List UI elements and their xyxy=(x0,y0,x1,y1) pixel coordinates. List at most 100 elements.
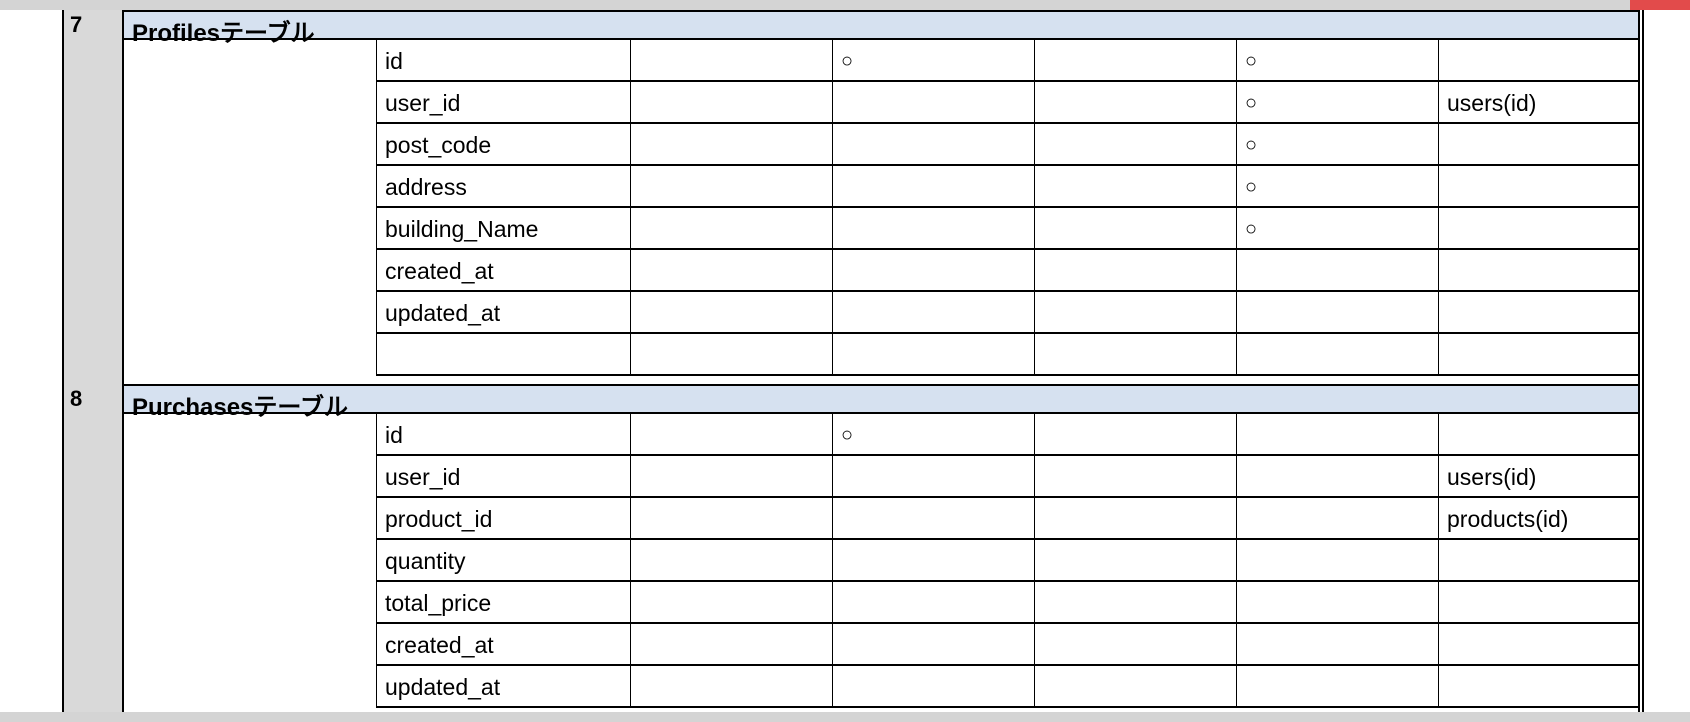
unique-cell[interactable] xyxy=(1034,414,1236,456)
type-cell[interactable] xyxy=(630,292,832,334)
unique-cell[interactable] xyxy=(1034,208,1236,250)
type-cell[interactable] xyxy=(630,666,832,708)
foreign-key-cell[interactable] xyxy=(1438,250,1640,292)
not-null-cell[interactable] xyxy=(1236,250,1438,292)
foreign-key-cell[interactable] xyxy=(1438,666,1640,708)
type-cell[interactable] xyxy=(630,414,832,456)
table-title: Profilesテーブル xyxy=(132,20,315,47)
type-cell[interactable] xyxy=(630,250,832,292)
not-null-cell[interactable] xyxy=(1236,582,1438,624)
column-name-cell[interactable] xyxy=(376,334,630,376)
column-name-cell[interactable]: id xyxy=(376,414,630,456)
sheet-right-border xyxy=(1638,10,1644,712)
primary-key-cell[interactable] xyxy=(832,582,1034,624)
not-null-cell[interactable]: ○ xyxy=(1236,40,1438,82)
foreign-key-cell[interactable]: users(id) xyxy=(1438,456,1640,498)
unique-cell[interactable] xyxy=(1034,40,1236,82)
column-name-cell[interactable]: created_at xyxy=(376,624,630,666)
column-name-cell[interactable]: address xyxy=(376,166,630,208)
not-null-cell[interactable]: ○ xyxy=(1236,82,1438,124)
type-cell[interactable] xyxy=(630,498,832,540)
foreign-key-cell[interactable]: products(id) xyxy=(1438,498,1640,540)
column-name-cell[interactable]: id xyxy=(376,40,630,82)
type-cell[interactable] xyxy=(630,82,832,124)
column-name-cell[interactable]: updated_at xyxy=(376,292,630,334)
not-null-cell[interactable]: ○ xyxy=(1236,124,1438,166)
not-null-cell[interactable] xyxy=(1236,498,1438,540)
foreign-key-cell[interactable] xyxy=(1438,540,1640,582)
column-name-cell[interactable]: created_at xyxy=(376,250,630,292)
foreign-key-cell[interactable]: users(id) xyxy=(1438,82,1640,124)
foreign-key-cell[interactable] xyxy=(1438,166,1640,208)
not-null-cell[interactable]: ○ xyxy=(1236,166,1438,208)
foreign-key-cell[interactable] xyxy=(1438,124,1640,166)
not-null-cell[interactable] xyxy=(1236,624,1438,666)
unique-cell[interactable] xyxy=(1034,624,1236,666)
not-null-cell[interactable]: ○ xyxy=(1236,208,1438,250)
type-cell[interactable] xyxy=(630,582,832,624)
column-name-cell[interactable]: building_Name xyxy=(376,208,630,250)
not-null-cell[interactable] xyxy=(1236,292,1438,334)
foreign-key-cell[interactable] xyxy=(1438,414,1640,456)
section-number-cell: 7 xyxy=(62,10,124,384)
unique-cell[interactable] xyxy=(1034,292,1236,334)
primary-key-cell[interactable] xyxy=(832,250,1034,292)
table-row xyxy=(376,334,1640,376)
column-name-cell[interactable]: updated_at xyxy=(376,666,630,708)
type-cell[interactable] xyxy=(630,334,832,376)
table-header-cell[interactable]: Purchasesテーブル xyxy=(124,384,1640,421)
column-name-cell[interactable]: user_id xyxy=(376,82,630,124)
type-cell[interactable] xyxy=(630,624,832,666)
column-name-cell[interactable]: total_price xyxy=(376,582,630,624)
foreign-key-cell[interactable] xyxy=(1438,334,1640,376)
primary-key-cell[interactable] xyxy=(832,666,1034,708)
table-title: Purchasesテーブル xyxy=(132,394,348,421)
primary-key-cell[interactable] xyxy=(832,166,1034,208)
unique-cell[interactable] xyxy=(1034,250,1236,292)
primary-key-cell[interactable]: ○ xyxy=(832,414,1034,456)
column-name-cell[interactable]: product_id xyxy=(376,498,630,540)
primary-key-cell[interactable] xyxy=(832,540,1034,582)
type-cell[interactable] xyxy=(630,208,832,250)
primary-key-cell[interactable] xyxy=(832,124,1034,166)
foreign-key-cell[interactable] xyxy=(1438,40,1640,82)
foreign-key-cell[interactable] xyxy=(1438,208,1640,250)
primary-key-cell[interactable] xyxy=(832,208,1034,250)
type-cell[interactable] xyxy=(630,40,832,82)
column-name-cell[interactable]: post_code xyxy=(376,124,630,166)
type-cell[interactable] xyxy=(630,166,832,208)
unique-cell[interactable] xyxy=(1034,666,1236,708)
unique-cell[interactable] xyxy=(1034,82,1236,124)
type-cell[interactable] xyxy=(630,540,832,582)
type-cell[interactable] xyxy=(630,124,832,166)
unique-cell[interactable] xyxy=(1034,498,1236,540)
unique-cell[interactable] xyxy=(1034,582,1236,624)
unique-cell[interactable] xyxy=(1034,166,1236,208)
table-row: user_id users(id) xyxy=(376,456,1640,498)
primary-key-cell[interactable] xyxy=(832,292,1034,334)
foreign-key-cell[interactable] xyxy=(1438,292,1640,334)
primary-key-cell[interactable] xyxy=(832,498,1034,540)
not-null-cell[interactable] xyxy=(1236,456,1438,498)
primary-key-cell[interactable] xyxy=(832,624,1034,666)
primary-key-cell[interactable] xyxy=(832,456,1034,498)
unique-cell[interactable] xyxy=(1034,124,1236,166)
column-name-cell[interactable]: user_id xyxy=(376,456,630,498)
not-null-cell[interactable] xyxy=(1236,414,1438,456)
type-cell[interactable] xyxy=(630,456,832,498)
table-row: created_at xyxy=(376,250,1640,292)
not-null-cell[interactable] xyxy=(1236,540,1438,582)
table-header-cell[interactable]: Profilesテーブル xyxy=(124,10,1640,47)
foreign-key-cell[interactable] xyxy=(1438,624,1640,666)
not-null-cell[interactable] xyxy=(1236,334,1438,376)
primary-key-cell[interactable]: ○ xyxy=(832,40,1034,82)
not-null-cell[interactable] xyxy=(1236,666,1438,708)
unique-cell[interactable] xyxy=(1034,456,1236,498)
unique-cell[interactable] xyxy=(1034,334,1236,376)
primary-key-cell[interactable] xyxy=(832,334,1034,376)
column-name-cell[interactable]: quantity xyxy=(376,540,630,582)
foreign-key-cell[interactable] xyxy=(1438,582,1640,624)
section-number: 8 xyxy=(70,386,83,411)
primary-key-cell[interactable] xyxy=(832,82,1034,124)
unique-cell[interactable] xyxy=(1034,540,1236,582)
